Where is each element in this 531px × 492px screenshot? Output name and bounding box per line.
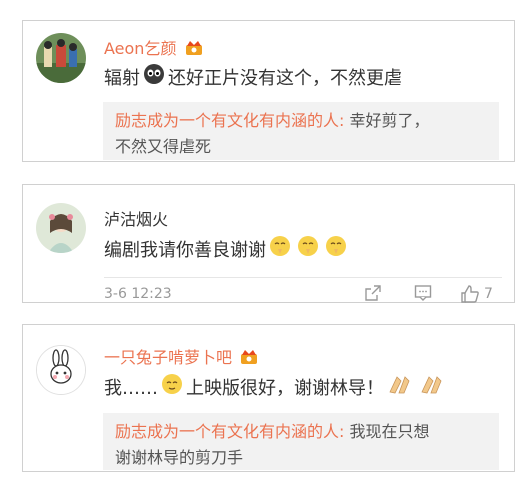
quoted-text: 幸好剪了，	[349, 111, 430, 130]
pray-emoji-icon	[325, 235, 347, 262]
clap-emoji-icon	[419, 373, 445, 400]
avatar[interactable]	[36, 33, 86, 83]
avatar[interactable]	[36, 203, 86, 253]
quoted-text: 我现在只想	[349, 422, 430, 441]
pray-emoji-icon	[269, 235, 291, 262]
comment-icon[interactable]	[414, 284, 432, 306]
username-text[interactable]: 一只兔子啃萝卜吧	[104, 348, 232, 367]
comment-text-part: 上映版很好，谢谢林导！	[186, 377, 384, 399]
comment-card-3: 一只兔子啃萝卜吧 我…… 上映版很好，谢谢林导！ 励志成为一个有文化有内涵的人:…	[22, 324, 515, 472]
crown-badge-icon	[185, 40, 203, 60]
username-text[interactable]: 泸沽烟火	[104, 210, 168, 229]
username-text[interactable]: Aeon乞颜	[104, 39, 176, 58]
quoted-text-continued: 谢谢林导的剪刀手	[115, 448, 244, 467]
comment-text: 编剧我请你善良谢谢	[104, 235, 350, 262]
comment-username[interactable]: 一只兔子啃萝卜吧	[104, 344, 261, 369]
comment-text: 辐射 还好正片没有这个，不然更虐	[104, 63, 402, 90]
comment-timestamp: 3-6 12:23	[104, 286, 172, 302]
comment-text-part: 编剧我请你善良谢谢	[104, 239, 266, 261]
crown-badge-icon	[240, 349, 258, 369]
alien-emoji-icon	[143, 63, 165, 90]
smile-emoji-icon	[161, 373, 183, 400]
quoted-text-continued: 不然又得虐死	[115, 137, 212, 156]
comment-text-part: 辐射	[104, 67, 140, 89]
comment-username[interactable]: 泸沽烟火	[104, 206, 168, 230]
quoted-username[interactable]: 励志成为一个有文化有内涵的人:	[115, 111, 344, 130]
quoted-username[interactable]: 励志成为一个有文化有内涵的人:	[115, 422, 344, 441]
avatar[interactable]	[36, 345, 86, 395]
like-count: 7	[484, 286, 493, 302]
quoted-reply[interactable]: 励志成为一个有文化有内涵的人: 幸好剪了， 不然又得虐死	[103, 102, 499, 160]
comment-card-1: Aeon乞颜 辐射 还好正片没有这个，不然更虐 励志成为一个有文化有内涵的人: …	[22, 20, 515, 162]
comment-footer: 3-6 12:23 7	[104, 277, 502, 306]
clap-emoji-icon	[387, 373, 413, 400]
thumbs-up-icon[interactable]	[460, 284, 480, 308]
comment-card-2: 泸沽烟火 编剧我请你善良谢谢 3-6 12:23 7	[22, 184, 515, 303]
pray-emoji-icon	[297, 235, 319, 262]
share-icon[interactable]	[364, 284, 382, 306]
quoted-reply[interactable]: 励志成为一个有文化有内涵的人: 我现在只想 谢谢林导的剪刀手	[103, 413, 499, 470]
comment-text-part: 我……	[104, 377, 158, 399]
comment-text: 我…… 上映版很好，谢谢林导！	[104, 373, 448, 400]
comment-username[interactable]: Aeon乞颜	[104, 35, 206, 60]
comment-text-part: 还好正片没有这个，不然更虐	[168, 67, 402, 89]
